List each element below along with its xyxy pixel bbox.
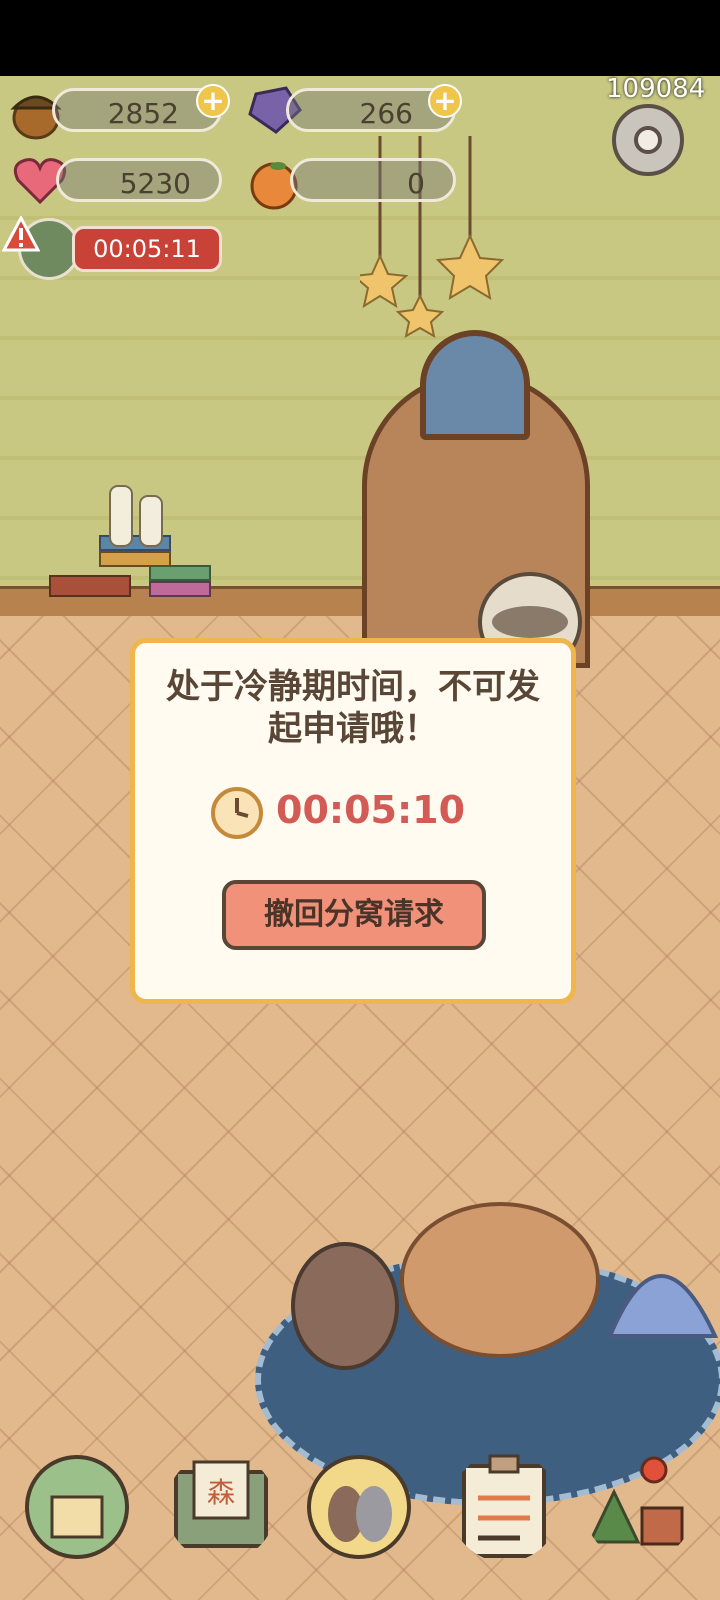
tasks-clipboard-icon[interactable] (450, 1452, 560, 1562)
mail-icon[interactable]: 森 (166, 1452, 276, 1562)
heart-count: 5230 (119, 167, 191, 200)
orange-count: 0 (407, 167, 425, 200)
shell-cushion-icon (606, 1274, 719, 1338)
add-acorns-button[interactable]: + (196, 84, 230, 118)
mail-badge-text: 森 (207, 1476, 235, 1509)
house-timer-badge: 00:05:11 (72, 226, 222, 272)
sleeping-mole-icon[interactable] (280, 1226, 410, 1376)
status-bar (0, 0, 720, 76)
gear-icon[interactable] (606, 98, 690, 182)
map-icon[interactable] (584, 1452, 694, 1562)
friends-icon[interactable] (304, 1452, 414, 1562)
book-stack (49, 485, 211, 597)
gem-count: 266 (359, 97, 413, 130)
player-id: 109084 (606, 74, 706, 104)
heart-counter: 5230 (56, 158, 222, 202)
door-window (420, 330, 530, 440)
dialog-countdown: 00:05:10 (276, 788, 466, 832)
house-icon[interactable] (22, 1452, 132, 1562)
warning-icon (2, 216, 40, 252)
add-gems-button[interactable]: + (428, 84, 462, 118)
dialog-message: 处于冷静期时间，不可发起申请哦！ (166, 667, 540, 749)
clock-icon (211, 787, 263, 839)
wooden-table[interactable] (400, 1202, 600, 1358)
orange-counter: 0 (290, 158, 456, 202)
withdraw-request-button[interactable]: 撤回分窝请求 (222, 880, 486, 950)
acorn-count: 2852 (107, 97, 179, 130)
